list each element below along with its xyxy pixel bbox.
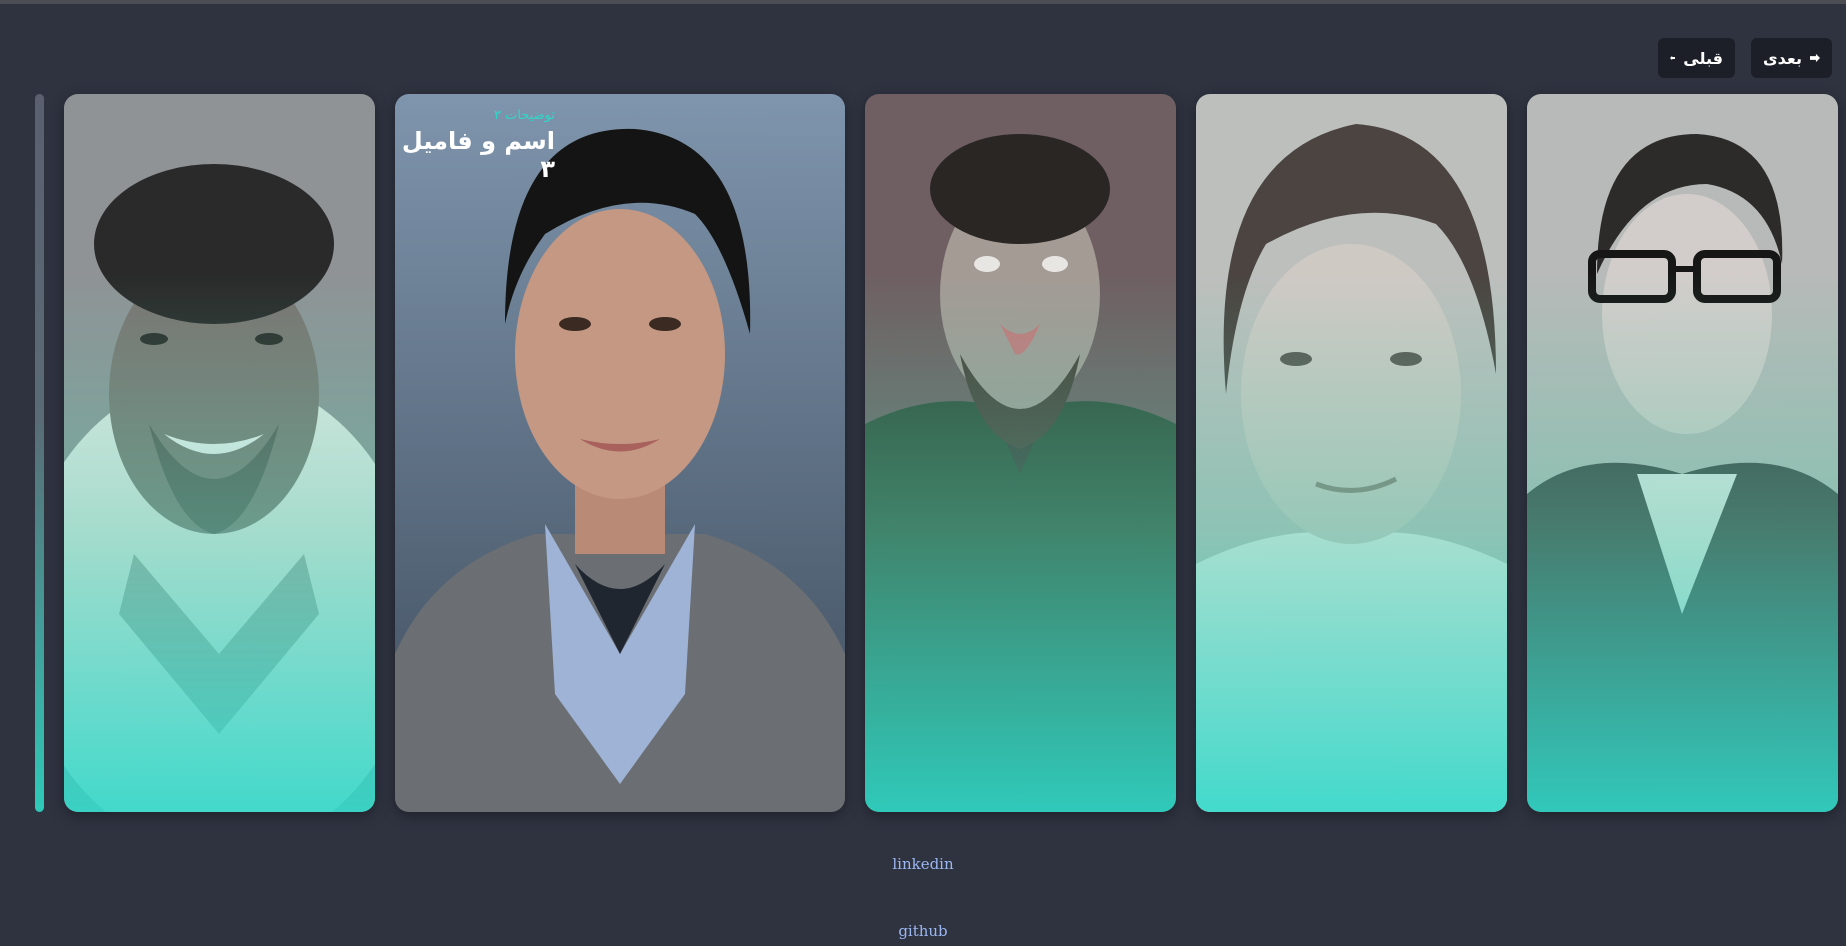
portrait-carousel: توضیحات ۳ اسم و فامیل ۳ — [0, 94, 1846, 812]
card-gradient-overlay — [1196, 94, 1507, 812]
github-link-row: github — [0, 921, 1846, 940]
linkedin-link-row: linkedin — [0, 854, 1846, 873]
portrait-card-3[interactable] — [865, 94, 1176, 812]
featured-caption: توضیحات ۳ اسم و فامیل ۳ — [395, 108, 555, 183]
prev-button[interactable]: قبلی — [1658, 38, 1735, 78]
portrait-card-4[interactable] — [1196, 94, 1507, 812]
linkedin-link[interactable]: linkedin — [892, 855, 953, 873]
card-gradient-overlay — [64, 94, 375, 812]
portrait-card-1[interactable] — [64, 94, 375, 812]
featured-description: توضیحات ۳ — [493, 108, 555, 123]
next-button[interactable]: بعدی — [1751, 38, 1832, 78]
github-link[interactable]: github — [898, 922, 947, 940]
arrow-right-icon — [1809, 53, 1820, 63]
prev-button-label: قبلی — [1683, 48, 1723, 68]
portrait-card-5[interactable] — [1527, 94, 1838, 812]
portrait-image-featured — [395, 94, 845, 812]
card-gradient-overlay — [1527, 94, 1838, 812]
featured-name: اسم و فامیل ۳ — [401, 127, 555, 183]
carousel-edge-card[interactable] — [35, 94, 44, 812]
portrait-card-featured[interactable]: توضیحات ۳ اسم و فامیل ۳ — [395, 94, 845, 812]
carousel-nav: قبلی بعدی — [1658, 38, 1832, 78]
window-top-border — [0, 0, 1846, 4]
card-gradient-overlay — [865, 94, 1176, 812]
arrow-left-icon — [1670, 55, 1676, 61]
next-button-label: بعدی — [1763, 48, 1802, 68]
